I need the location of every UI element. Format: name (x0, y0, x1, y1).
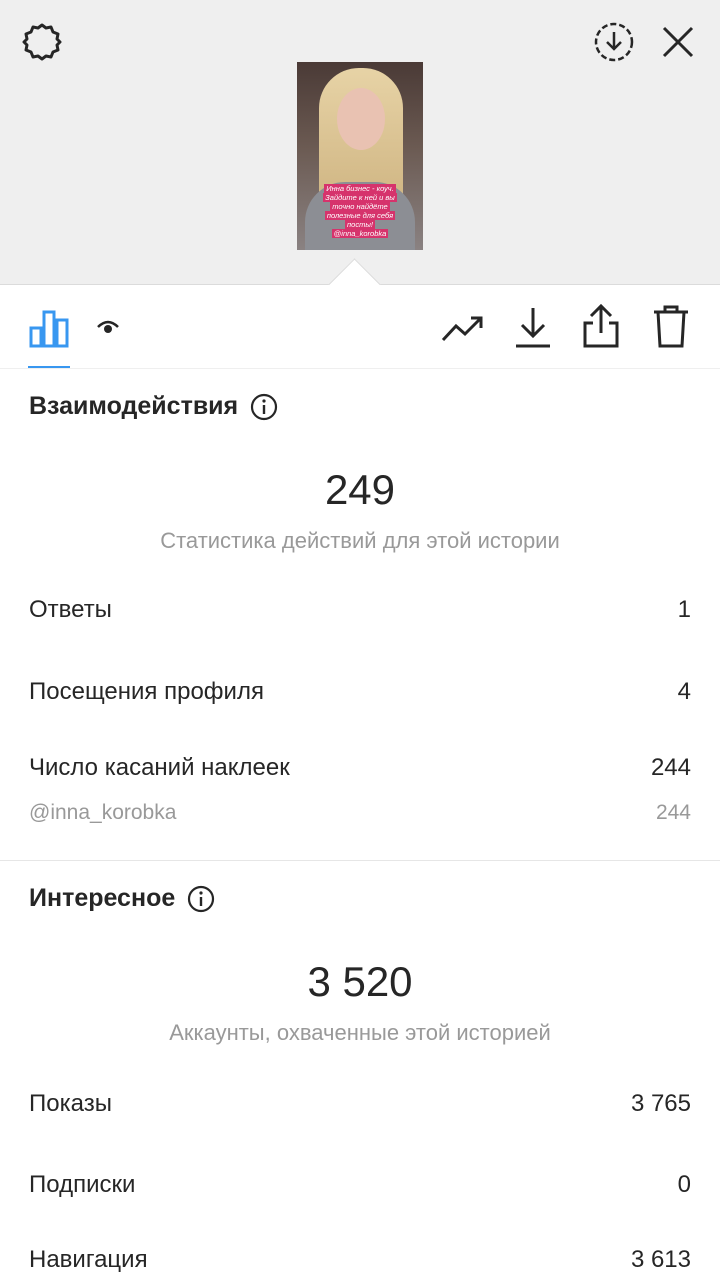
stat-label: Ответы (29, 596, 112, 623)
settings-gear-icon[interactable] (20, 20, 64, 64)
caption-line: посты! (345, 220, 375, 229)
stat-value: 4 (677, 678, 691, 705)
stat-label: Число касаний наклеек (29, 754, 290, 781)
stat-label: Навигация (29, 1246, 148, 1273)
discovery-total: 3 520 (307, 958, 413, 1005)
stat-value: 3 613 (630, 1246, 691, 1273)
caption-line: Зайдите к ней и вы (323, 193, 397, 202)
stat-label: Подписки (29, 1171, 136, 1198)
eye-icon[interactable] (94, 314, 122, 340)
save-download-icon[interactable] (592, 20, 636, 64)
stat-value: 1 (677, 596, 691, 623)
thumbnail-face (337, 88, 385, 150)
download-icon[interactable] (510, 304, 556, 350)
stat-label: Показы (29, 1090, 112, 1117)
stat-row-profile-visits: Посещения профиля 4 (29, 678, 691, 706)
interactions-total-label: Статистика действий для этой истории (160, 528, 560, 553)
active-tab-indicator (28, 366, 70, 368)
close-icon[interactable] (656, 20, 700, 64)
interactions-title: Взаимодействия (29, 392, 239, 420)
caption-line: точно найдёте (330, 202, 390, 211)
stat-value: 0 (677, 1171, 691, 1198)
stat-row-replies: Ответы 1 (29, 596, 691, 624)
trash-icon[interactable] (648, 302, 694, 350)
stat-row-navigation: Навигация 3 613 (29, 1246, 691, 1274)
story-thumbnail[interactable]: Инна бизнес - коуч. Зайдите к ней и вы т… (297, 62, 423, 250)
stat-row-impressions: Показы 3 765 (29, 1090, 691, 1118)
bar-chart-icon[interactable] (26, 304, 72, 350)
trending-icon[interactable] (440, 306, 486, 352)
story-caption: Инна бизнес - коуч. Зайдите к ней и вы т… (309, 184, 411, 238)
section-divider (0, 860, 720, 861)
info-icon[interactable] (187, 885, 215, 913)
stat-row-follows: Подписки 0 (29, 1171, 691, 1199)
discovery-title: Интересное (29, 884, 176, 912)
interactions-heading: Взаимодействия (29, 392, 278, 421)
stat-value: 3 765 (630, 1090, 691, 1117)
stat-label: Посещения профиля (29, 678, 264, 705)
stat-row-sticker-mention: @inna_korobka 244 (29, 801, 691, 825)
discovery-total-label: Аккаунты, охваченные этой историей (169, 1020, 551, 1045)
discovery-heading: Интересное (29, 884, 215, 913)
sticker-mention-value: 244 (655, 801, 691, 824)
stat-row-sticker-taps: Число касаний наклеек 244 (29, 754, 691, 782)
info-icon[interactable] (250, 393, 278, 421)
caption-line: полезные для себя (324, 211, 396, 220)
interactions-total: 249 (324, 466, 396, 513)
share-icon[interactable] (578, 302, 624, 350)
caption-line: Инна бизнес - коуч. (324, 184, 396, 193)
stat-value: 244 (650, 754, 691, 781)
caption-mention: @inna_korobka (331, 229, 389, 238)
sticker-mention-label: @inna_korobka (29, 801, 177, 824)
